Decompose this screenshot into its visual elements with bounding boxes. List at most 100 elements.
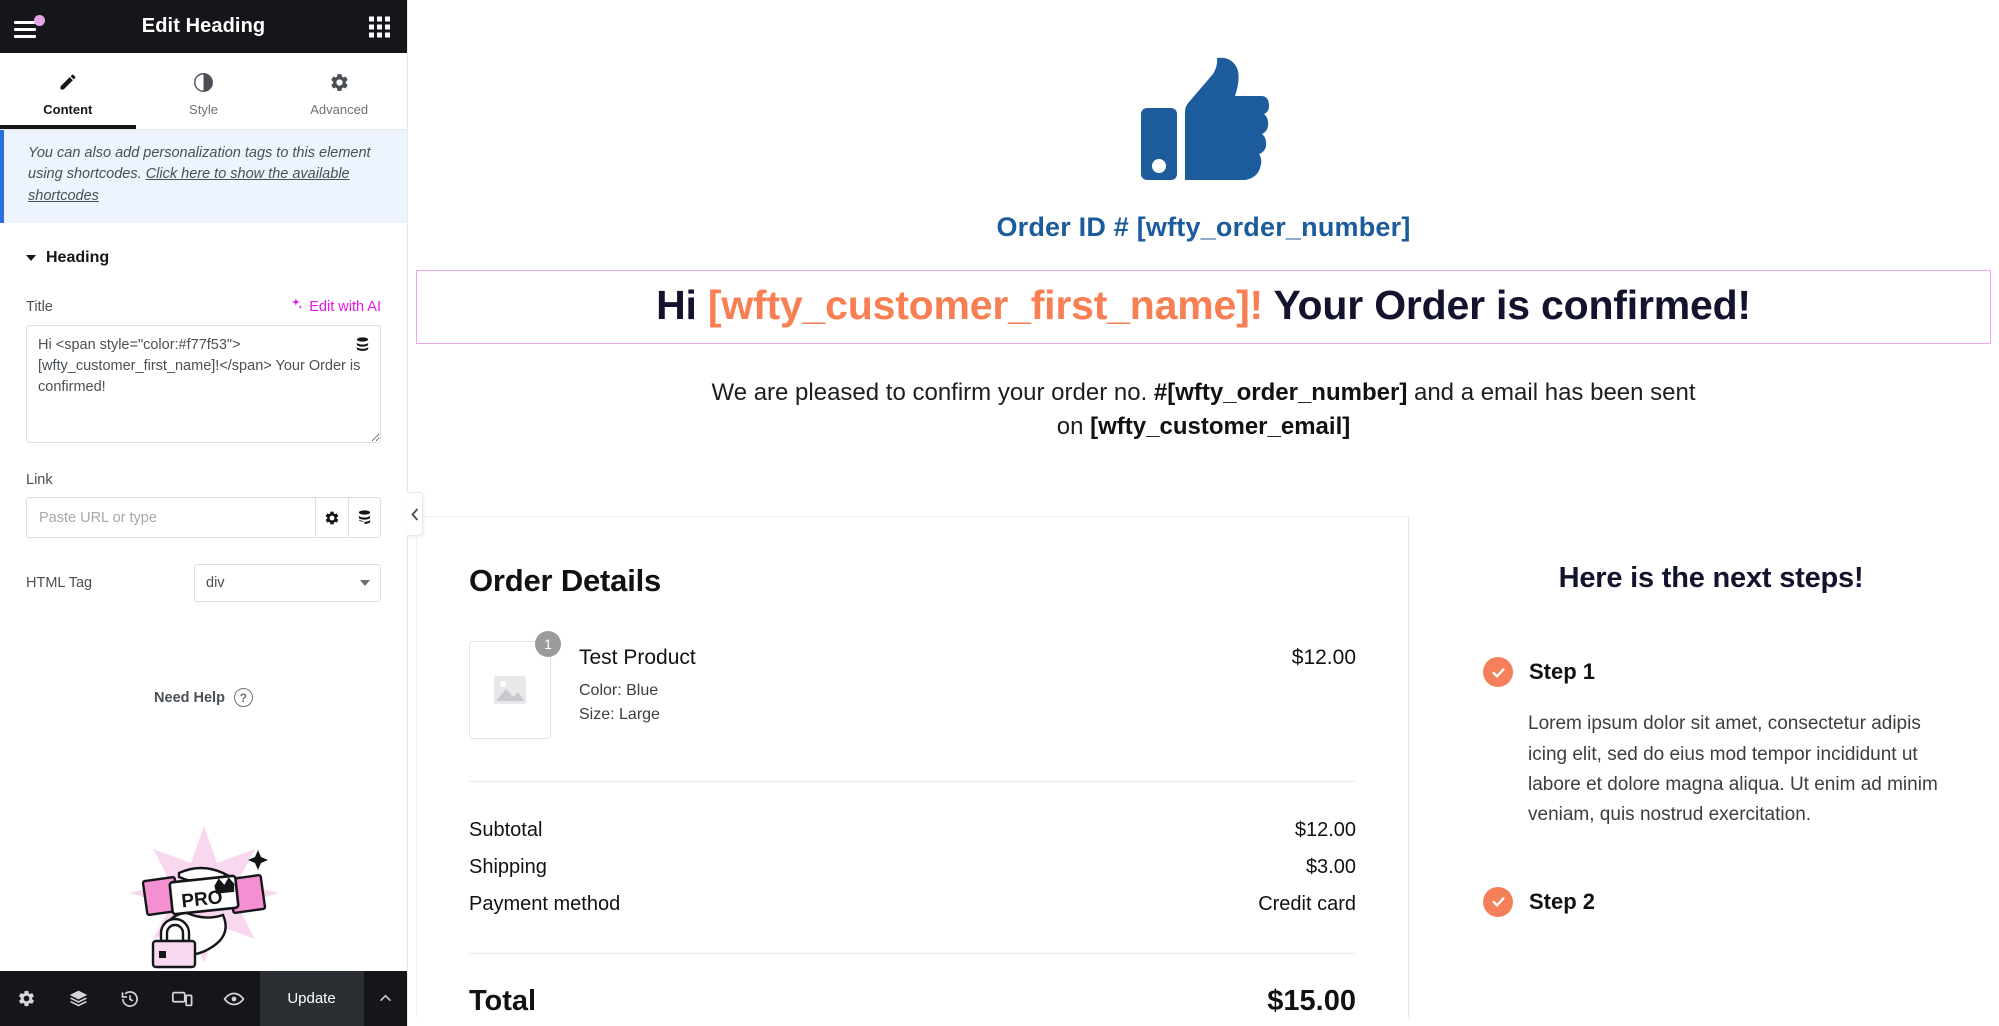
contrast-icon [193, 71, 214, 93]
chevron-up-icon[interactable] [362, 971, 407, 1026]
panel-footer: Update [0, 971, 407, 1026]
chevron-left-icon [410, 507, 418, 521]
footer-navigator-layers-icon[interactable] [52, 971, 104, 1026]
page-preview: Order ID # [wfty_order_number] Hi [wfty_… [408, 0, 1999, 1026]
link-field-row: Link [26, 472, 381, 488]
next-steps-title: Here is the next steps! [1558, 562, 1864, 595]
footer-preview-eye-icon[interactable] [208, 971, 260, 1026]
pencil-icon [58, 71, 78, 93]
next-steps-column: Here is the next steps! Step 1 Lorem ips… [1409, 516, 1999, 1018]
check-circle-icon [1483, 886, 1513, 917]
apps-grid-icon[interactable] [369, 16, 390, 37]
order-details-column: Order Details 1 Test Product Color: Blue [416, 516, 1409, 1019]
image-placeholder-icon [494, 676, 526, 705]
footer-settings-gear-icon[interactable] [0, 971, 52, 1026]
edit-with-ai-button[interactable]: Edit with AI [289, 297, 381, 316]
check-circle-icon [1483, 657, 1513, 688]
payment-method-label: Payment method [469, 893, 621, 916]
para-order-number: #[wfty_order_number] [1153, 379, 1408, 406]
hamburger-icon[interactable] [14, 14, 48, 40]
grand-total-row: Total $15.00 [469, 985, 1356, 1018]
chevron-down-icon [26, 255, 36, 262]
order-id-heading: Order ID # [wfty_order_number] [996, 212, 1411, 242]
title-dynamic-tags-icon[interactable] [351, 333, 373, 355]
tab-style[interactable]: Style [136, 53, 272, 129]
tab-content-label: Content [43, 102, 93, 117]
pro-candy-illustration: PRO [128, 826, 279, 969]
sparkle-icon [289, 297, 304, 316]
total-line-shipping: Shipping $3.00 [469, 849, 1356, 886]
link-input[interactable] [26, 497, 315, 539]
link-label: Link [26, 472, 53, 489]
tab-advanced[interactable]: Advanced [271, 53, 407, 129]
title-field-group: Title Edit with AI Hi <span style="color… [0, 273, 407, 708]
confirmation-paragraph: We are pleased to confirm your order no.… [704, 376, 1704, 444]
step-title: Step 2 [1529, 888, 1596, 914]
order-details-title: Order Details [469, 563, 662, 599]
headline-selected-box[interactable]: Hi [wfty_customer_first_name]! Your Orde… [416, 270, 1991, 344]
update-button[interactable]: Update [260, 971, 363, 1026]
title-input-wrap: Hi <span style="color:#f77f53">[wfty_cus… [26, 325, 381, 448]
headline-accent: [wfty_customer_first_name]! [707, 282, 1263, 328]
grand-total-label: Total [469, 985, 537, 1018]
product-color: Color: Blue [579, 682, 659, 700]
footer-history-icon[interactable] [104, 971, 156, 1026]
hero-section: Order ID # [wfty_order_number] Hi [wfty_… [408, 0, 1999, 444]
need-help-label: Need Help [154, 689, 225, 706]
tab-style-label: Style [189, 102, 218, 117]
heading-section-label: Heading [46, 249, 110, 267]
thumbs-up-icon [1140, 57, 1269, 180]
html-tag-select[interactable]: div [194, 564, 381, 603]
tab-content[interactable]: Content [0, 53, 136, 129]
step-header: Step 1 [1483, 657, 1939, 688]
panel-header: Edit Heading [0, 0, 407, 53]
product-thumbnail: 1 [469, 631, 561, 740]
footer-responsive-devices-icon[interactable] [156, 971, 208, 1026]
heading-section-toggle[interactable]: Heading [0, 223, 407, 273]
total-line-subtotal: Subtotal $12.00 [469, 812, 1356, 849]
step-title: Step 1 [1529, 659, 1596, 685]
html-tag-row: HTML Tag div [26, 564, 381, 603]
title-label: Title [26, 298, 53, 315]
link-options-gear-icon[interactable] [315, 497, 348, 539]
tab-advanced-label: Advanced [310, 102, 369, 117]
question-mark-icon: ? [233, 688, 253, 708]
subtotal-value: $12.00 [1294, 819, 1356, 842]
panel-tabs: Content Style Advanced [0, 53, 407, 130]
link-dynamic-tags-icon[interactable] [348, 497, 381, 539]
step-header: Step 2 [1483, 886, 1939, 917]
subtotal-label: Subtotal [469, 819, 543, 842]
pro-promo-illustration: PRO [0, 751, 407, 971]
editor-app: Edit Heading Content Style Advanced You … [0, 0, 1999, 1026]
details-columns: Order Details 1 Test Product Color: Blue [408, 516, 1999, 1019]
shipping-value: $3.00 [1305, 856, 1356, 879]
notification-dot-icon [34, 14, 45, 26]
headline-part2: Your Order is confirmed! [1263, 282, 1751, 328]
html-tag-select-wrap: div [194, 564, 381, 603]
panel-collapse-button[interactable] [407, 492, 423, 536]
product-price: $12.00 [1291, 646, 1356, 670]
para-customer-email: [wfty_customer_email] [1090, 413, 1351, 441]
elementor-panel: Edit Heading Content Style Advanced You … [0, 0, 423, 1026]
grand-total-divider [469, 953, 1356, 955]
title-field-row: Title Edit with AI [26, 297, 381, 316]
headline-text: Hi [wfty_customer_first_name]! Your Orde… [427, 282, 1980, 329]
step-body: Lorem ipsum dolor sit amet, consectetur … [1528, 713, 1938, 826]
gear-icon [329, 71, 350, 93]
total-line-payment-method: Payment method Credit card [469, 886, 1356, 923]
html-tag-label: HTML Tag [26, 575, 93, 592]
product-row: 1 Test Product Color: Blue Size: Large $… [469, 631, 1356, 740]
step-item: Step 1 Lorem ipsum dolor sit amet, conse… [1483, 657, 1939, 831]
thumbs-up-wrap [408, 56, 1999, 182]
headline-part1: Hi [656, 282, 708, 328]
need-help-button[interactable]: Need Help ? [26, 688, 381, 708]
payment-method-value: Credit card [1258, 893, 1356, 916]
order-totals: Subtotal $12.00 Shipping $3.00 Payment m… [469, 812, 1356, 923]
link-input-row [26, 497, 381, 539]
product-qty-badge: 1 [535, 631, 561, 658]
shortcodes-notice: You can also add personalization tags to… [0, 130, 407, 224]
order-divider [469, 781, 1356, 783]
title-input[interactable]: Hi <span style="color:#f77f53">[wfty_cus… [26, 325, 381, 444]
product-name: Test Product [579, 646, 696, 670]
grand-total-value: $15.00 [1267, 985, 1356, 1018]
